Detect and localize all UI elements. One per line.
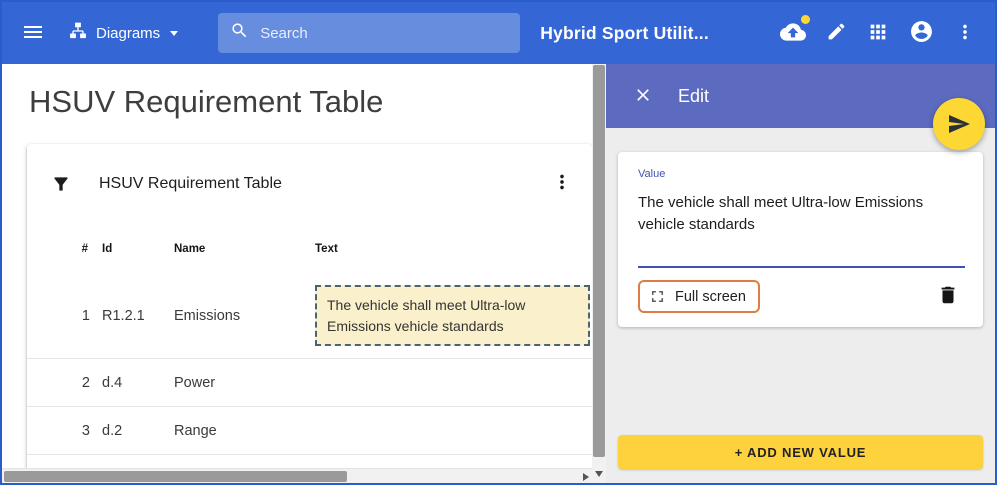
table-row[interactable]: 2 d.4 Power: [27, 359, 592, 407]
edit-pencil-button[interactable]: [821, 16, 852, 50]
table-header-row: # Id Name Text: [27, 217, 592, 273]
row-number: 3: [51, 423, 102, 439]
value-actions: Full screen: [638, 280, 965, 313]
document-title: Hybrid Sport Utilit...: [540, 23, 709, 44]
chevron-down-icon: [170, 31, 178, 36]
pencil-icon: [826, 21, 847, 45]
diagrams-icon: [68, 21, 88, 45]
row-id: d.2: [102, 423, 174, 439]
account-button[interactable]: [904, 14, 939, 52]
search-box[interactable]: [218, 13, 520, 53]
fullscreen-button[interactable]: Full screen: [638, 280, 760, 313]
scroll-right-arrow-icon[interactable]: [583, 473, 589, 481]
delete-button[interactable]: [931, 280, 965, 313]
row-number: 2: [51, 375, 102, 391]
close-icon: [633, 85, 653, 108]
topbar-actions: [775, 14, 981, 53]
topbar: Diagrams Hybrid Sport Utilit...: [2, 2, 995, 64]
table-row[interactable]: 3 d.2 Range: [27, 407, 592, 455]
hamburger-icon: [21, 20, 45, 47]
card-header: HSUV Requirement Table: [27, 144, 592, 217]
diagrams-label: Diagrams: [96, 25, 160, 42]
row-name: Emissions: [174, 308, 315, 324]
horizontal-scrollbar-thumb[interactable]: [4, 471, 347, 482]
selected-text-cell[interactable]: The vehicle shall meet Ultra-low Emissio…: [315, 285, 590, 346]
search-icon: [230, 21, 249, 45]
filter-icon[interactable]: [51, 174, 71, 194]
fullscreen-label: Full screen: [675, 289, 746, 305]
table-row[interactable]: 1 R1.2.1 Emissions The vehicle shall mee…: [27, 273, 592, 359]
value-text-input[interactable]: The vehicle shall meet Ultra-low Emissio…: [638, 192, 958, 236]
vertical-scrollbar-thumb[interactable]: [593, 65, 605, 457]
close-button[interactable]: [628, 80, 658, 113]
app-window: Diagrams Hybrid Sport Utilit...: [0, 0, 997, 485]
value-card: Value The vehicle shall meet Ultra-low E…: [618, 152, 983, 327]
send-icon: [947, 112, 971, 136]
more-vert-icon: [551, 171, 573, 196]
search-input[interactable]: [260, 25, 508, 42]
more-options-button[interactable]: [949, 16, 981, 51]
notification-dot: [801, 15, 810, 24]
row-id: d.4: [102, 375, 174, 391]
cloud-upload-button[interactable]: [775, 14, 811, 53]
trash-icon: [937, 294, 959, 309]
content-area: HSUV Requirement Table HSUV Requirement …: [2, 64, 995, 483]
row-id: R1.2.1: [102, 308, 174, 324]
card-title: HSUV Requirement Table: [99, 175, 518, 193]
scroll-down-arrow-icon[interactable]: [595, 471, 603, 477]
row-number: 1: [51, 308, 102, 324]
page-title: HSUV Requirement Table: [29, 84, 592, 120]
more-vert-icon: [954, 21, 976, 46]
requirement-table-card: HSUV Requirement Table # Id Name Text 1: [27, 144, 592, 468]
send-fab[interactable]: [933, 98, 985, 150]
add-new-value-button[interactable]: + ADD NEW VALUE: [618, 435, 983, 469]
value-label: Value: [638, 168, 965, 180]
apps-grid-button[interactable]: [862, 16, 894, 51]
fullscreen-icon: [648, 287, 667, 306]
row-text-cell: The vehicle shall meet Ultra-low Emissio…: [315, 279, 590, 352]
apps-grid-icon: [867, 21, 889, 46]
diagrams-menu[interactable]: Diagrams: [68, 21, 178, 45]
panel-title: Edit: [678, 86, 709, 107]
horizontal-scrollbar[interactable]: [2, 468, 592, 483]
row-name: Power: [174, 375, 315, 391]
column-header-name: Name: [174, 243, 315, 255]
column-header-num: #: [51, 243, 102, 255]
edit-panel: Edit Value The vehicle shall meet Ultra-…: [606, 64, 995, 483]
input-underline: [638, 266, 965, 268]
card-menu-button[interactable]: [546, 166, 578, 201]
menu-button[interactable]: [16, 15, 50, 52]
vertical-scrollbar[interactable]: [592, 64, 606, 483]
column-header-text: Text: [315, 243, 590, 255]
row-name: Range: [174, 423, 315, 439]
main-area: HSUV Requirement Table HSUV Requirement …: [2, 64, 592, 483]
account-circle-icon: [909, 19, 934, 47]
column-header-id: Id: [102, 243, 174, 255]
